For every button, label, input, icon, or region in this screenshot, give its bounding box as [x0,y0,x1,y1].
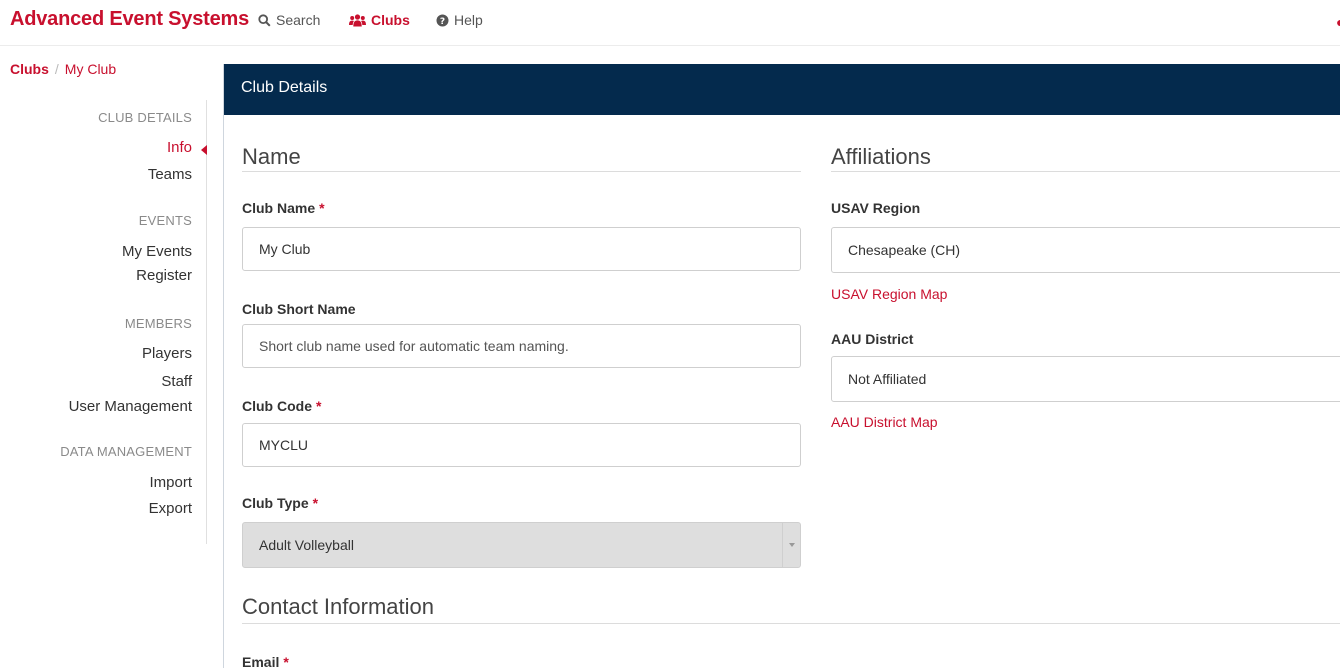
nav-clubs-link[interactable]: Clubs [349,12,410,28]
section-title-contact: Contact Information [242,594,434,619]
section-title-affiliations: Affiliations [831,144,931,169]
nav-search-link[interactable]: Search [258,12,320,28]
usav-region-label: USAV Region [831,200,921,216]
section-divider [831,171,1340,172]
nav-search-label: Search [276,12,321,28]
usav-region-value: Chesapeake (CH) [848,242,961,258]
search-icon [258,13,271,27]
question-circle-icon: ? [436,14,449,27]
nav-help-link[interactable]: ? Help [436,12,483,28]
club-type-value: Adult Volleyball [259,537,354,553]
required-marker: * [316,398,322,414]
aau-district-value: Not Affiliated [848,371,927,387]
sidebar-item-user-management[interactable]: User Management [69,398,192,415]
section-title-name: Name [242,144,301,169]
required-marker: * [312,495,319,511]
sidebar-heading-events: EVENTS [138,213,192,228]
aau-district-map-link[interactable]: AAU District Map [831,414,938,430]
club-name-input[interactable] [242,227,801,271]
sidebar-heading-data-management: DATA MANAGEMENT [60,444,192,459]
user-menu-icon[interactable]: ● [1336,14,1340,28]
nav-clubs-label: Clubs [371,12,410,28]
sidebar-heading-club-details: CLUB DETAILS [98,110,192,125]
aau-district-select[interactable]: Not Affiliated [831,356,1340,402]
sidebar-item-import[interactable]: Import [149,474,192,491]
breadcrumb: Clubs / My Club [10,61,116,77]
breadcrumb-clubs-link[interactable]: Clubs [10,61,49,77]
sidebar-item-teams[interactable]: Teams [148,166,192,183]
nav-help-label: Help [454,12,483,28]
required-marker: * [319,200,325,216]
club-details-panel: Club Details Name Club Name* Club Short … [223,64,1340,670]
users-icon [349,13,366,27]
svg-text:?: ? [440,17,445,27]
club-code-label: Club Code * [242,398,322,414]
breadcrumb-current[interactable]: My Club [65,61,116,77]
sidebar-nav: CLUB DETAILS Info Teams EVENTS My Events… [0,100,207,544]
section-divider [242,171,801,172]
usav-region-map-link[interactable]: USAV Region Map [831,286,947,302]
section-divider [242,623,1340,624]
sidebar-heading-members: MEMBERS [124,316,192,331]
panel-header: Club Details [224,64,1340,115]
usav-region-select[interactable]: Chesapeake (CH) [831,227,1340,273]
active-item-caret-icon [201,145,207,155]
sidebar-item-my-events[interactable]: My Events [122,243,192,260]
sidebar-item-register[interactable]: Register [136,267,192,284]
sidebar-item-players[interactable]: Players [142,345,192,362]
club-code-input[interactable] [242,423,801,467]
breadcrumb-separator: / [54,61,59,77]
brand-logo[interactable]: Advanced Event Systems [10,8,249,31]
sidebar-item-staff[interactable]: Staff [161,373,192,390]
club-type-select[interactable]: Adult Volleyball [242,522,801,568]
club-name-label: Club Name * [242,200,325,216]
aau-district-label: AAU District [831,331,914,347]
sidebar-item-export[interactable]: Export [149,500,192,517]
club-type-label: Club Type * [242,495,319,511]
sidebar-item-info[interactable]: Info [167,139,192,156]
chevron-down-icon[interactable] [782,523,800,567]
club-short-name-input[interactable] [242,324,801,368]
top-navbar: Advanced Event Systems Search Clubs ? He… [0,0,1340,46]
club-short-name-label: Club Short Name [242,301,356,317]
panel-title: Club Details [241,79,328,96]
